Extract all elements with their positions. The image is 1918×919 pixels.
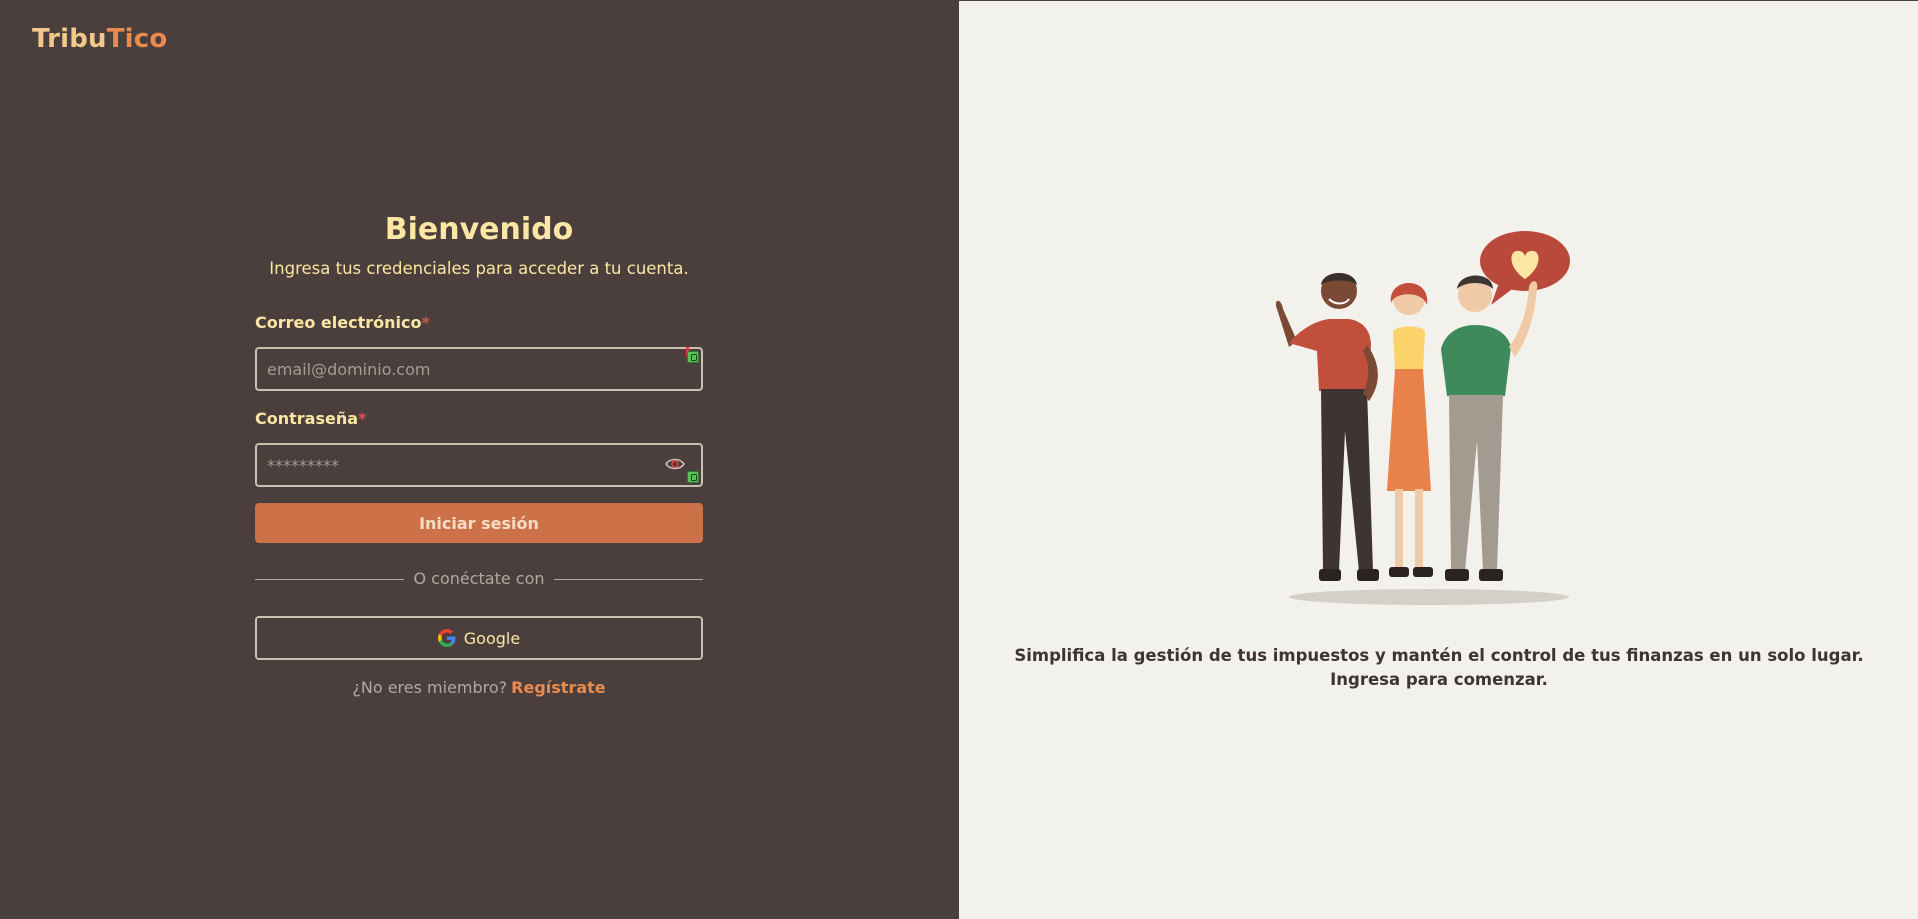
login-page: TribuTico Bienvenido Ingresa tus credenc… (0, 0, 1918, 919)
brand-name-part2: Tico (106, 24, 168, 54)
page-title: Bienvenido (384, 212, 574, 247)
login-button[interactable]: Iniciar sesión (255, 503, 703, 543)
social-divider: O conéctate con (255, 569, 703, 589)
email-field-wrapper (255, 347, 703, 391)
password-field[interactable] (257, 445, 701, 485)
email-required-mark: * (421, 313, 430, 332)
password-required-mark: * (358, 409, 367, 428)
google-button-label: Google (463, 628, 521, 648)
google-login-button[interactable]: Google (255, 616, 703, 660)
password-label-text: Contraseña (255, 409, 359, 428)
hero-caption: Simplifica la gestión de tus impuestos y… (1014, 646, 1864, 689)
person-right-figure (1441, 275, 1538, 581)
person-left-figure (1275, 273, 1379, 581)
three-people-waving-illustration (1275, 231, 1570, 605)
email-label: Correo electrónico* (255, 313, 703, 333)
password-label: Contraseña* (255, 409, 703, 429)
password-manager-icon[interactable] (687, 351, 699, 363)
password-field-wrapper (255, 443, 703, 487)
signup-prompt-text: ¿No eres miembro? (352, 678, 508, 697)
email-label-text: Correo electrónico (255, 313, 422, 332)
google-icon (437, 629, 456, 647)
page-subtitle: Ingresa tus credenciales para acceder a … (269, 259, 689, 278)
signup-prompt: ¿No eres miembro? Regístrate (255, 678, 703, 697)
password-manager-icon[interactable] (687, 471, 699, 483)
heart-speech-bubble-icon (1480, 231, 1570, 305)
show-password-icon[interactable] (665, 455, 687, 473)
login-panel: TribuTico Bienvenido Ingresa tus credenc… (0, 0, 959, 919)
login-form: Bienvenido Ingresa tus credenciales para… (255, 210, 703, 697)
divider-text: O conéctate con (413, 569, 545, 588)
brand-name-part1: Tribu (32, 24, 107, 54)
hero-panel: Simplifica la gestión de tus impuestos y… (959, 0, 1918, 919)
person-middle-figure (1387, 283, 1433, 577)
brand-logo[interactable]: TribuTico (32, 24, 167, 54)
divider-line-right (553, 578, 703, 580)
email-field[interactable] (257, 349, 701, 389)
divider-line-left (255, 578, 405, 580)
signup-link[interactable]: Regístrate (511, 678, 605, 697)
